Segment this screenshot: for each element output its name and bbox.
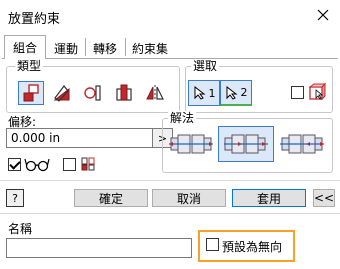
dialog-title: 放置約束 — [8, 12, 61, 27]
tab-transitional[interactable]: 轉移 — [86, 38, 124, 58]
close-icon — [317, 9, 329, 21]
tab-assembly[interactable]: 組合 — [4, 35, 46, 59]
pick-part-first-icon — [308, 82, 327, 101]
default-undirected-checkbox[interactable] — [206, 238, 219, 251]
default-undirected-label: 預設為無向 — [222, 240, 283, 254]
tangent-constraint-icon — [84, 85, 101, 101]
select-second-button[interactable]: 2 — [220, 80, 252, 106]
type-group-label: 類型 — [15, 59, 44, 73]
select-arrow-icon — [194, 86, 205, 100]
divider — [0, 213, 340, 214]
name-input[interactable] — [6, 238, 192, 258]
cancel-button[interactable]: 取消 — [152, 189, 226, 207]
selection-group-label: 選取 — [191, 59, 220, 73]
solution-flush-button[interactable] — [218, 126, 274, 162]
angle-constraint-button[interactable] — [49, 81, 75, 105]
offset-input[interactable]: 0.000 in — [6, 128, 153, 148]
insert-constraint-button[interactable] — [111, 81, 137, 105]
predict-offset-checkbox[interactable] — [63, 158, 76, 171]
select-first-button[interactable]: 1 — [188, 80, 220, 106]
symmetry-constraint-icon — [146, 85, 164, 101]
tangent-constraint-button[interactable] — [80, 81, 106, 105]
place-constraint-dialog: 放置約束 組合 運動 轉移 約束集 類型 選取 1 2 偏移: 0.000 in… — [0, 0, 340, 269]
symmetry-constraint-button[interactable] — [142, 81, 168, 105]
close-button[interactable] — [312, 4, 334, 26]
insert-constraint-icon — [116, 84, 132, 101]
glasses-icon — [24, 156, 50, 172]
mate-constraint-icon — [23, 84, 39, 102]
name-label: 名稱 — [8, 222, 33, 236]
collapse-button[interactable]: << — [313, 189, 335, 207]
solution-opposed-icon — [280, 134, 324, 154]
mate-constraint-button[interactable] — [18, 81, 44, 105]
angle-constraint-icon — [53, 85, 70, 102]
help-button[interactable]: ? — [6, 189, 24, 207]
apply-button[interactable]: 套用 — [232, 189, 306, 207]
pick-part-first-checkbox[interactable] — [291, 86, 304, 99]
solution-mate-button[interactable] — [166, 126, 216, 162]
solution-flush-icon — [224, 134, 268, 154]
select-first-label: 1 — [208, 86, 216, 100]
solution-opposed-button[interactable] — [276, 126, 328, 162]
tab-strip-line — [2, 58, 338, 59]
show-preview-checkbox[interactable] — [8, 158, 21, 171]
select-second-label: 2 — [240, 86, 248, 99]
solution-mate-icon — [169, 134, 213, 154]
tab-constraint-set[interactable]: 約束集 — [126, 38, 174, 58]
solution-group-label: 解法 — [168, 111, 197, 125]
select-arrow-icon — [226, 85, 237, 100]
tab-motion[interactable]: 運動 — [48, 38, 84, 58]
divider — [0, 180, 340, 181]
ok-button[interactable]: 確定 — [74, 189, 148, 207]
predict-offset-icon — [80, 156, 96, 172]
title-bar: 放置約束 — [0, 0, 340, 32]
